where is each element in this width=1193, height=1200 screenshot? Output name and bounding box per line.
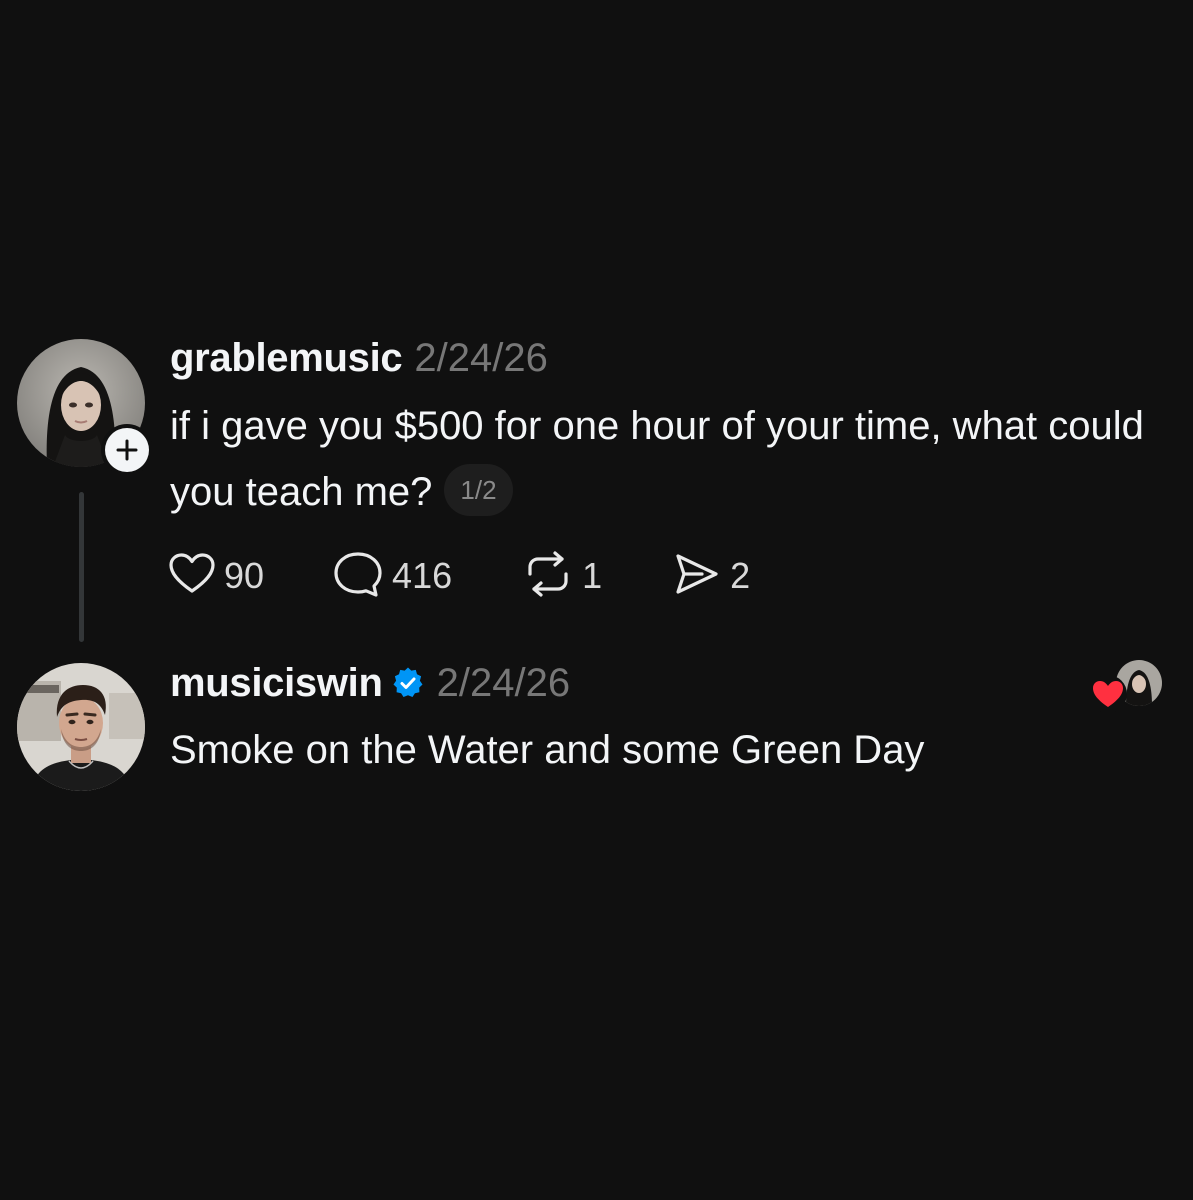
repost-button[interactable]: 1 — [522, 550, 602, 603]
reply-text: Smoke on the Water and some Green Day — [170, 728, 925, 772]
reply-header: musiciswin 2/24/26 — [170, 659, 570, 707]
post-text-block: if i gave you $500 for one hour of your … — [170, 393, 1170, 525]
like-button[interactable]: 90 — [168, 550, 264, 603]
post-username[interactable]: grablemusic — [170, 336, 403, 381]
post-timestamp: 2/24/26 — [414, 335, 548, 380]
heart-filled-icon — [1088, 674, 1128, 714]
send-icon — [672, 550, 722, 603]
liked-by-author-indicator[interactable] — [1088, 658, 1164, 713]
reply-author-avatar[interactable] — [17, 663, 145, 791]
share-button[interactable]: 2 — [672, 550, 750, 603]
reply-timestamp: 2/24/26 — [436, 660, 571, 705]
reply-username[interactable]: musiciswin — [170, 661, 383, 706]
plus-icon — [105, 428, 149, 472]
repost-icon — [522, 550, 574, 603]
page-indicator-badge: 1/2 — [444, 464, 513, 517]
share-count: 2 — [730, 555, 751, 596]
verified-badge-icon — [391, 666, 425, 700]
repost-count: 1 — [582, 555, 603, 596]
thread-connector-line — [79, 492, 84, 642]
reply-count: 416 — [392, 555, 453, 596]
post-actions: 90 416 1 2 — [168, 550, 750, 603]
post-text: if i gave you $500 for one hour of your … — [170, 404, 1144, 514]
comment-bubble-icon — [332, 550, 384, 603]
like-count: 90 — [224, 555, 265, 596]
post-header: grablemusic 2/24/26 — [170, 334, 548, 382]
heart-icon — [168, 550, 216, 603]
reply-button[interactable]: 416 — [332, 550, 452, 603]
follow-button[interactable] — [101, 424, 153, 476]
